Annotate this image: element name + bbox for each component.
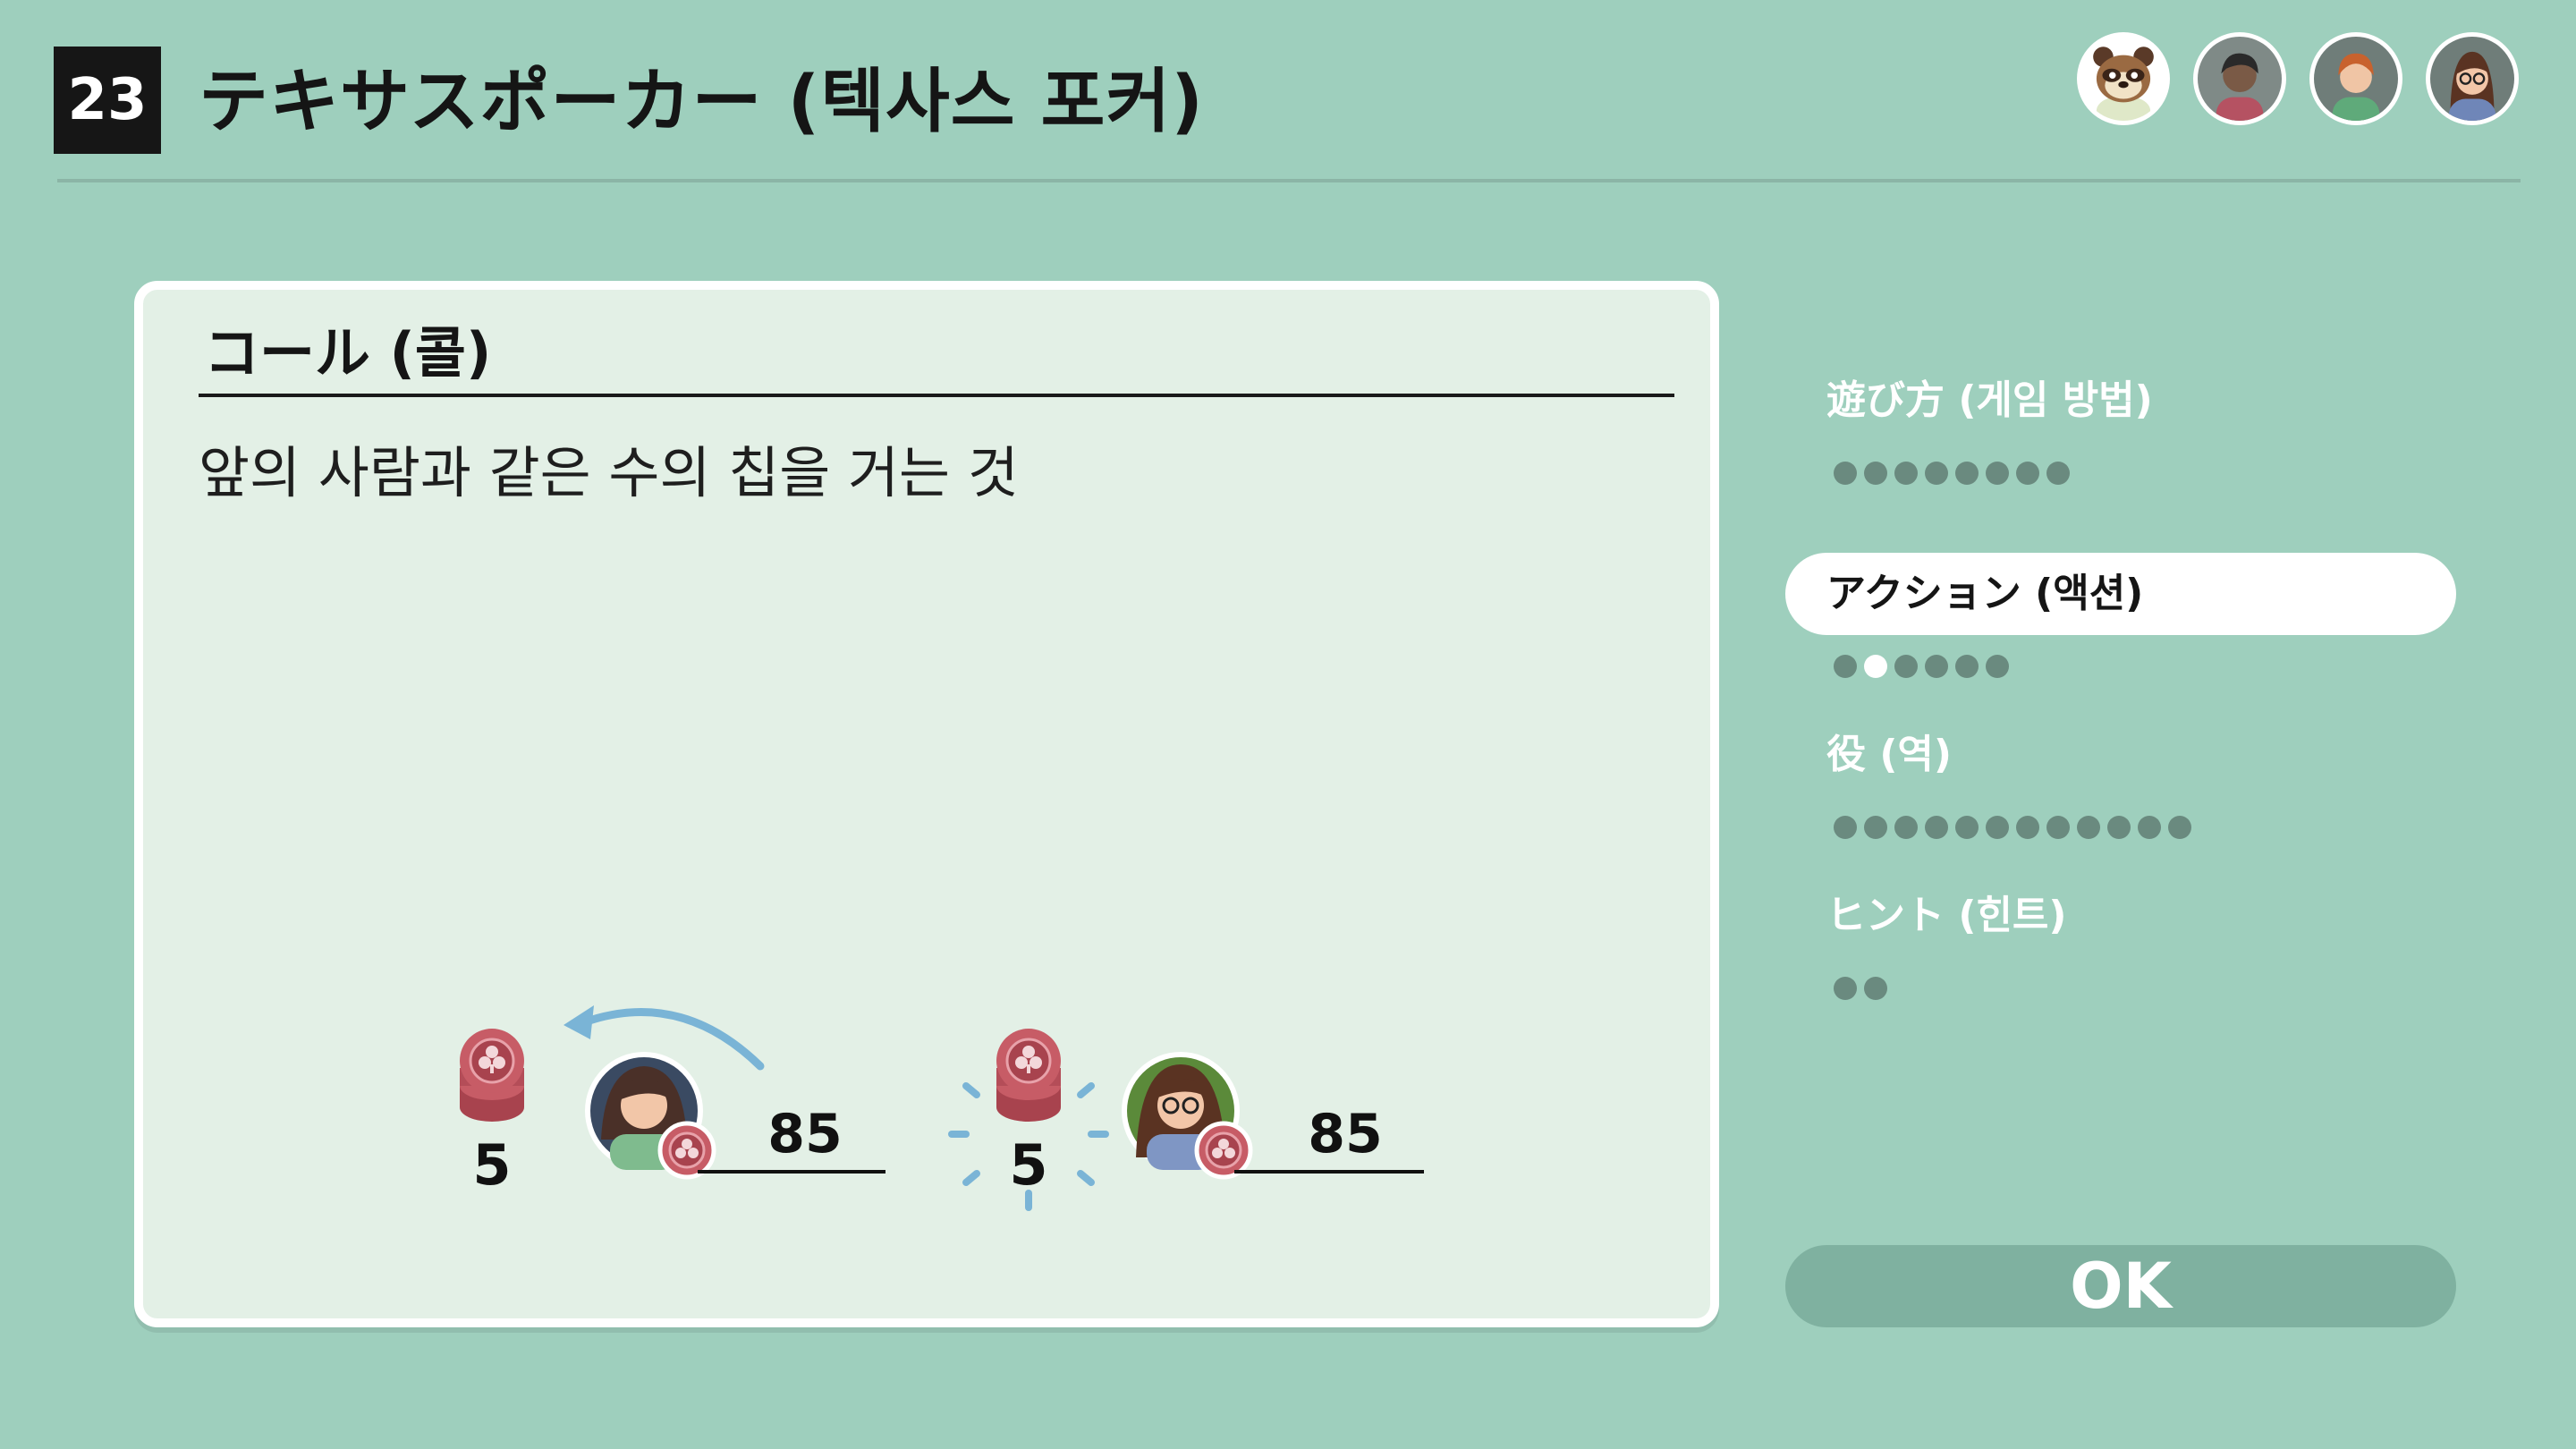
orange-hair-avatar-icon[interactable] [2309,32,2402,125]
player2-count-underline [1234,1170,1424,1174]
player1-chip-count: 85 [767,1103,843,1165]
explanation-card: コール (콜) 앞의 사람과 같은 수의 칩을 거는 것 5 85 5 85 [134,281,1719,1327]
lesson-number-badge: 23 [54,47,161,154]
how-to-play-page-dots [1834,462,2070,485]
player2-small-chip-icon [1197,1123,1250,1177]
player2-chip-stack-icon [995,1027,1063,1123]
hands-page-dots [1834,816,2191,839]
call-illustration: 5 85 5 85 [458,1005,1424,1211]
dark-hair-avatar-icon[interactable] [2193,32,2286,125]
player1-count-underline [698,1170,886,1174]
menu-item-how-to-play[interactable]: 遊び方 (게임 방법) [1826,374,2153,428]
ok-button[interactable]: OK [1785,1245,2456,1327]
arrow-left-icon [564,1005,594,1039]
page-title: テキサスポーカー (텍사스 포커) [199,62,1204,142]
actions-page-dots [1834,655,2009,678]
menu-item-hints[interactable]: ヒント (힌트) [1826,889,2067,943]
menu-item-hands[interactable]: 役 (역) [1826,728,1952,782]
player1-chip-stack-icon [458,1027,526,1123]
glasses-avatar-icon[interactable] [2426,32,2519,125]
player1-bet-amount: 5 [472,1132,511,1198]
player2-bet-amount: 5 [1009,1132,1047,1198]
pass-arrow-line [577,1008,765,1071]
player2-chip-count: 85 [1308,1103,1383,1165]
player-avatars [2077,32,2519,131]
player1-small-chip-icon [660,1123,714,1177]
hints-page-dots [1834,977,1887,1000]
tanuki-avatar-icon[interactable] [2077,32,2170,125]
menu-item-actions[interactable]: アクション (액션) [1826,567,2143,621]
header-divider [57,179,2521,182]
